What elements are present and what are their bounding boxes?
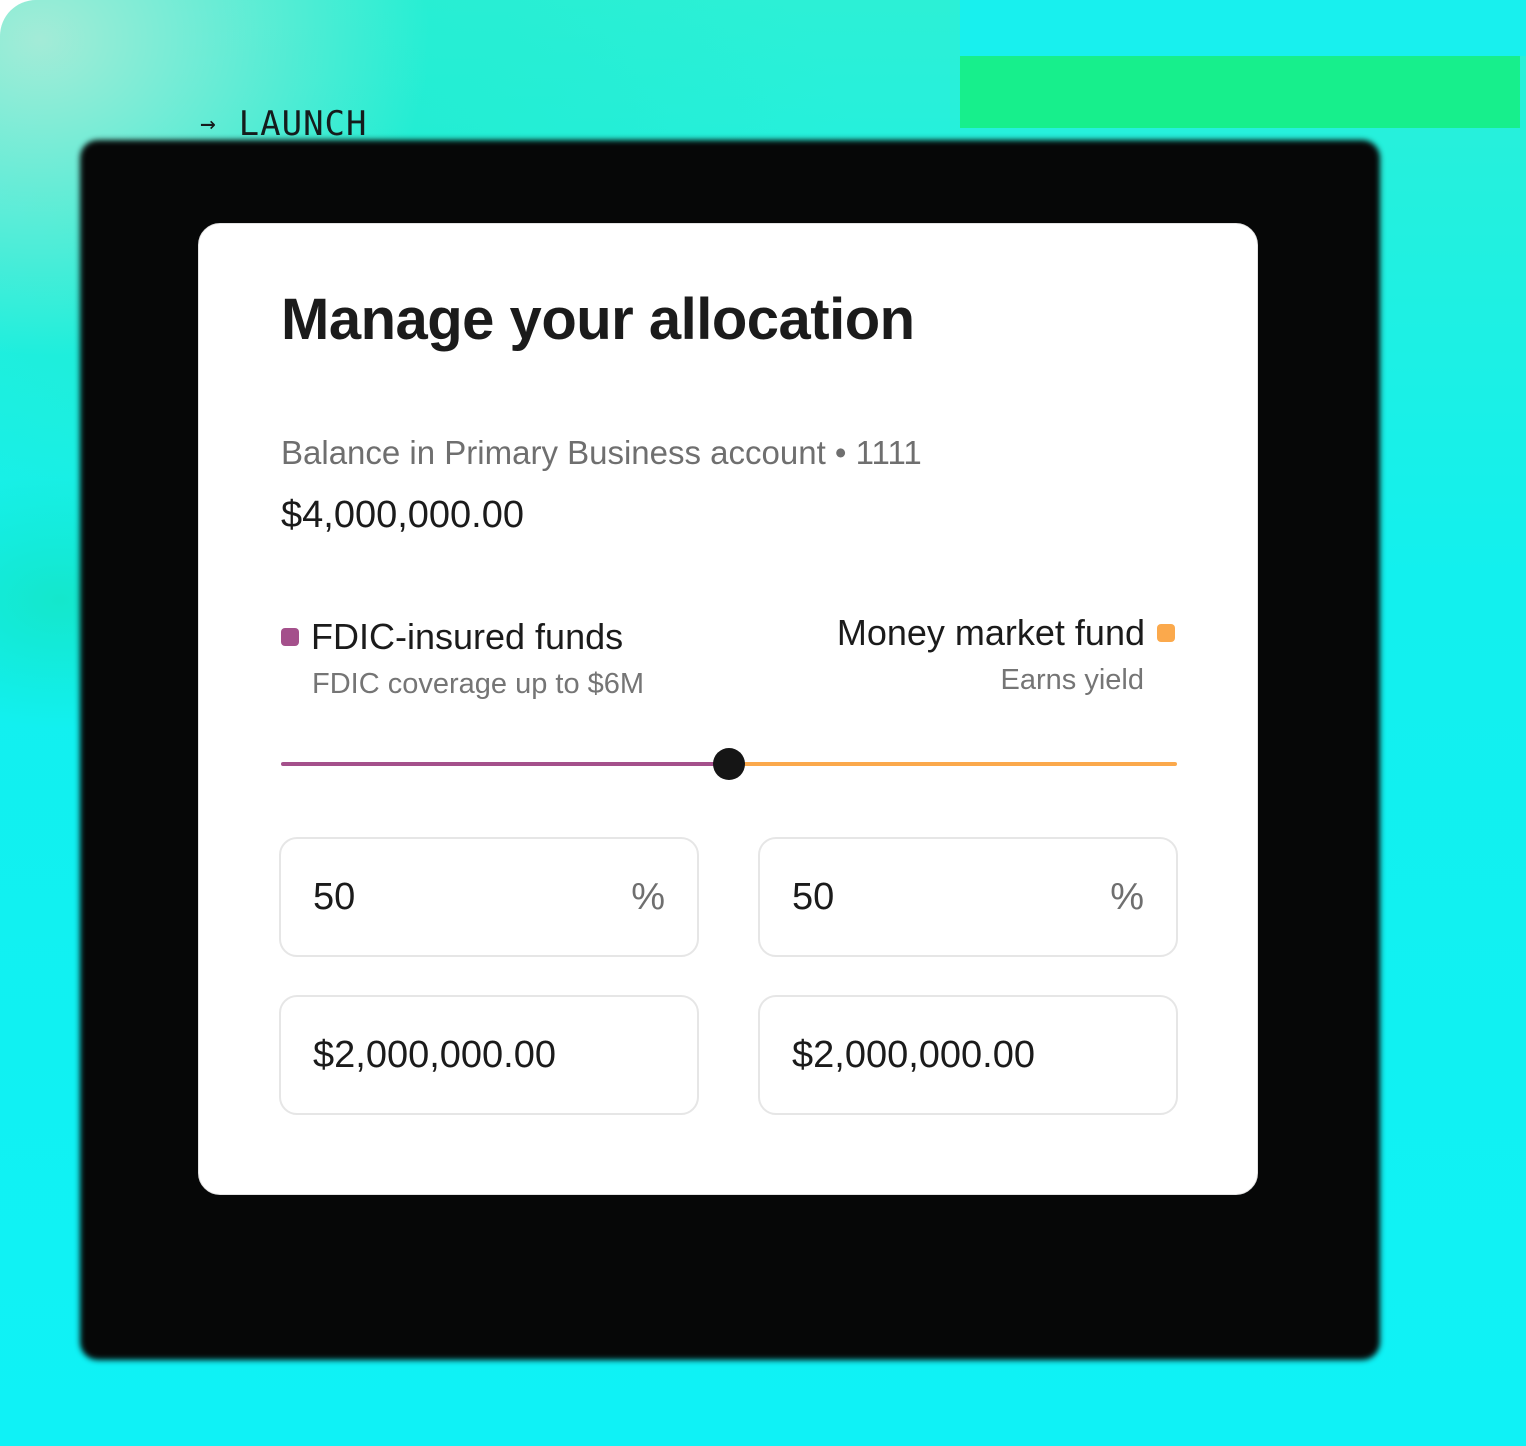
fdic-color-swatch: [281, 628, 299, 646]
card-title: Manage your allocation: [281, 287, 915, 352]
arrow-right-icon: →: [200, 109, 217, 139]
legend-money-market: Money market fund Earns yield: [837, 612, 1175, 697]
percent-unit: %: [1110, 875, 1144, 918]
fdic-title: FDIC-insured funds: [311, 616, 624, 657]
money-market-percent-input[interactable]: 50 %: [758, 837, 1178, 957]
background-streak: [960, 56, 1520, 128]
money-market-amount-input[interactable]: $2,000,000.00: [758, 995, 1178, 1115]
legend-fdic: FDIC-insured funds FDIC coverage up to $…: [281, 616, 644, 701]
slider-track-money-market[interactable]: [729, 762, 1177, 766]
balance-value: $4,000,000.00: [281, 494, 525, 536]
allocation-card: Manage your allocation Balance in Primar…: [198, 223, 1258, 1195]
fdic-amount-value: $2,000,000.00: [313, 1033, 557, 1076]
allocation-slider[interactable]: [281, 746, 1177, 782]
fdic-subtitle: FDIC coverage up to $6M: [312, 668, 645, 700]
fdic-percent-value: 50: [313, 875, 356, 918]
background-streak: [960, 0, 1526, 56]
money-market-color-swatch: [1157, 624, 1175, 642]
percent-unit: %: [631, 875, 665, 918]
fdic-amount-input[interactable]: $2,000,000.00: [279, 995, 699, 1115]
fdic-percent-input[interactable]: 50 %: [279, 837, 699, 957]
launch-label: LAUNCH: [238, 104, 368, 144]
money-market-subtitle: Earns yield: [1000, 664, 1144, 696]
slider-track-fdic[interactable]: [281, 762, 729, 766]
slider-thumb[interactable]: [713, 748, 745, 780]
launch-link[interactable]: → LAUNCH: [200, 104, 367, 144]
money-market-title: Money market fund: [836, 612, 1145, 653]
money-market-amount-value: $2,000,000.00: [792, 1033, 1036, 1076]
money-market-percent-value: 50: [792, 875, 835, 918]
balance-label: Balance in Primary Business account • 11…: [281, 434, 922, 471]
